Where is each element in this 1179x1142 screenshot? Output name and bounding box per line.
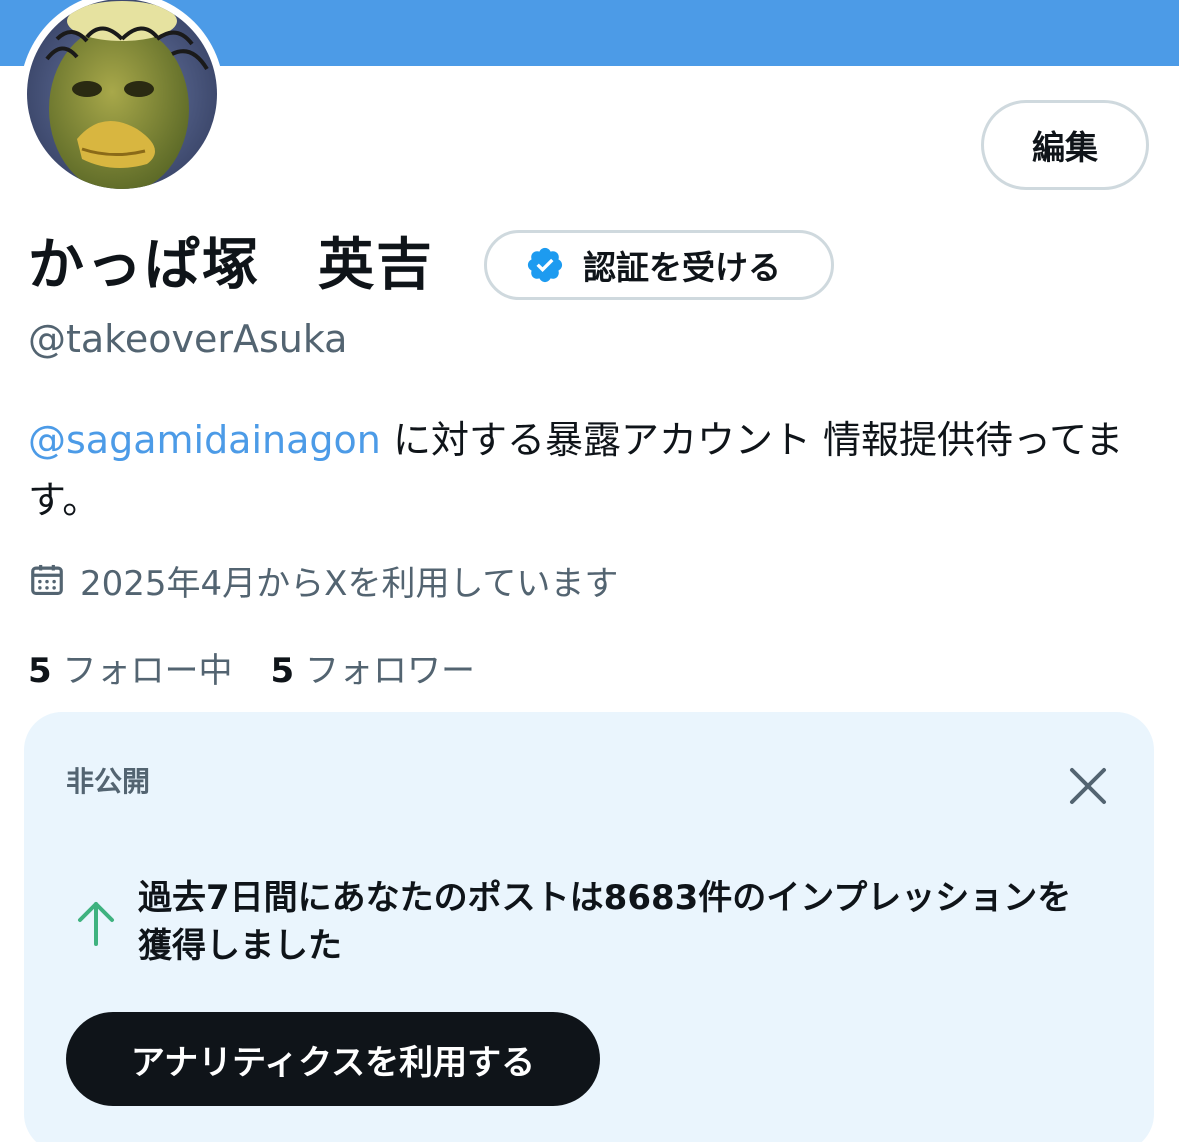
impressions-message: 過去7日間にあなたのポストは8683件のインプレッションを獲得しました — [138, 878, 1072, 966]
bio-mention-link[interactable]: @sagamidainagon — [28, 418, 381, 462]
followers-count: 5 — [270, 650, 295, 691]
following-count: 5 — [28, 650, 52, 691]
profile-handle: @takeoverAsuka — [28, 317, 348, 361]
verified-badge-icon — [527, 247, 563, 283]
join-date: 2025年4月からXを利用しています — [28, 553, 618, 607]
join-date-text: 2025年4月からXを利用しています — [80, 563, 619, 604]
get-verified-label: 認証を受ける — [583, 248, 781, 287]
profile-page: 編集 かっぱ塚 英吉 認証を受ける @takeoverAsuka @sagami… — [0, 0, 1179, 1142]
close-button[interactable] — [1064, 762, 1112, 810]
followers-link[interactable]: 5 フォロワー — [270, 643, 474, 692]
get-verified-button[interactable]: 認証を受ける — [484, 230, 834, 300]
following-label: フォロー中 — [62, 650, 233, 691]
close-icon — [1070, 768, 1106, 804]
avatar[interactable] — [20, 0, 224, 196]
follow-stats: 5 フォロー中 5 フォロワー — [28, 640, 475, 694]
use-analytics-button[interactable]: アナリティクスを利用する — [66, 1012, 600, 1106]
private-label: 非公開 — [66, 765, 151, 798]
analytics-card: 非公開 過去7日間にあなたのポストは8683件のインプレッションを獲得しました … — [24, 712, 1154, 1142]
calendar-icon — [31, 564, 63, 596]
analytics-button-label: アナリティクスを利用する — [130, 1042, 536, 1083]
following-link[interactable]: 5 フォロー中 — [28, 643, 232, 692]
profile-bio: @sagamidainagon に対する暴露アカウント 情報提供待ってます。 — [28, 410, 1148, 530]
avatar-image — [27, 0, 217, 189]
edit-button-label: 編集 — [1032, 128, 1098, 167]
followers-label: フォロワー — [304, 650, 475, 691]
profile-name: かっぱ塚 英吉 — [28, 233, 434, 298]
edit-profile-button[interactable]: 編集 — [981, 100, 1149, 190]
arrow-up-icon — [78, 902, 114, 946]
